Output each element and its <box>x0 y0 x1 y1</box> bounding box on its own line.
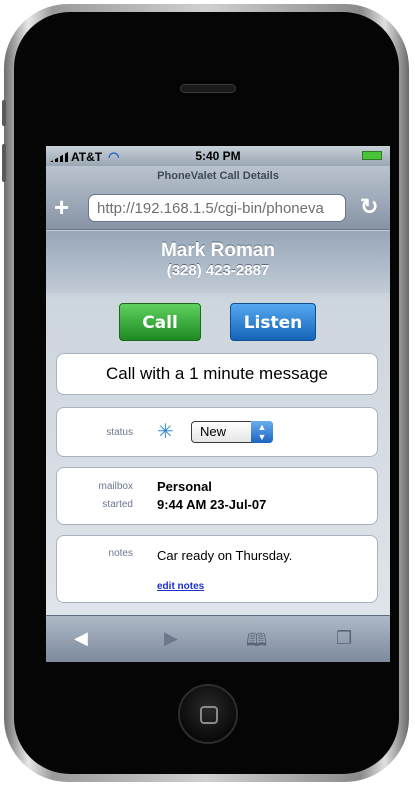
call-summary: Call with a 1 minute message <box>56 353 378 395</box>
edit-notes-link[interactable]: edit notes <box>157 581 204 592</box>
call-details-page: Mark Roman (328) 423-2887 Call Back List… <box>46 231 390 615</box>
phone-screen: AT&T ◠ 5:40 PM PhoneValet Call Details + … <box>46 146 390 662</box>
earpiece-speaker <box>180 84 236 93</box>
home-button[interactable] <box>178 684 238 744</box>
call-back-button[interactable]: Call Back <box>119 303 201 371</box>
status-label: status <box>106 427 133 438</box>
contact-header: Mark Roman (328) 423-2887 <box>46 231 390 293</box>
mailbox-card: mailbox Personal started 9:44 AM 23-Jul-… <box>56 467 378 525</box>
notes-label: notes <box>108 548 133 559</box>
reload-icon[interactable]: ↻ <box>360 194 378 220</box>
listen-button[interactable]: Listen <box>230 303 316 341</box>
mailbox-label: mailbox <box>98 481 133 492</box>
page-title: PhoneValet Call Details <box>157 170 279 182</box>
spinner-icon: ✳ <box>157 421 174 443</box>
started-value: 9:44 AM 23-Jul-07 <box>157 497 267 512</box>
mailbox-value: Personal <box>157 479 212 494</box>
contact-name: Mark Roman <box>160 240 276 261</box>
browser-toolbar: ◀ ▶ 🕮 ❐ <box>46 615 390 662</box>
url-field[interactable]: http://192.168.1.5/cgi-bin/phoneva <box>88 194 346 222</box>
back-arrow-icon[interactable]: ◀ <box>74 628 88 649</box>
notes-text: Car ready on Thursday. <box>157 548 293 563</box>
home-square-icon <box>200 706 218 724</box>
battery-icon <box>362 151 382 160</box>
status-select[interactable]: New ▲ ▼ <box>191 421 273 443</box>
notes-card: notes Car ready on Thursday. edit notes <box>56 535 378 603</box>
pages-icon[interactable]: ❐ <box>336 628 352 649</box>
select-arrows-icon: ▲ ▼ <box>251 421 273 443</box>
plus-icon[interactable]: + <box>54 194 69 220</box>
ringer-switch <box>2 100 6 126</box>
bookmarks-icon[interactable]: 🕮 <box>246 628 267 658</box>
status-selected-value: New <box>200 424 227 439</box>
browser-nav-bar: PhoneValet Call Details + http://192.168… <box>46 166 390 230</box>
started-label: started <box>102 499 133 510</box>
status-card: status ✳ New ▲ ▼ <box>56 407 378 457</box>
contact-phone: (328) 423-2887 <box>166 262 270 279</box>
forward-arrow-icon[interactable]: ▶ <box>164 628 178 649</box>
status-time: 5:40 PM <box>195 149 241 163</box>
status-bar: AT&T ◠ 5:40 PM <box>46 146 390 166</box>
volume-up-button <box>2 144 6 182</box>
